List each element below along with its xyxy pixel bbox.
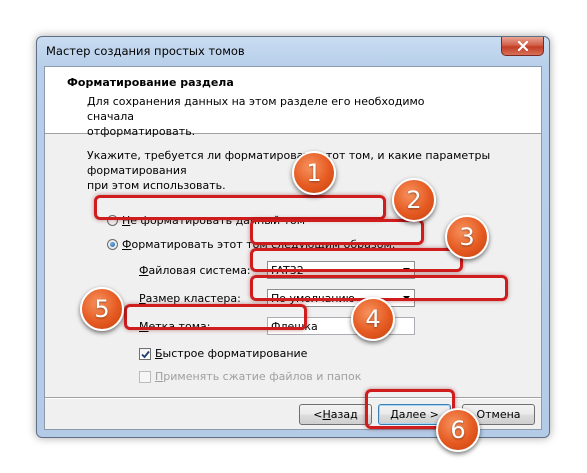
step-badge-4: 4 [351,297,395,341]
quick-format-highlight [124,304,307,330]
compression-checkbox[interactable]: Применять сжатие файлов и папок [139,370,361,383]
button-separator [45,397,541,399]
step-badge-6: 6 [436,408,480,452]
step-badge-1: 1 [292,151,336,195]
quick-format-checkbox[interactable]: Быстрое форматирование [139,347,307,360]
format-option-highlight [94,195,386,220]
title-bar[interactable]: Мастер создания простых томов [37,37,549,65]
quick-format-label: Быстрое форматирование [155,347,308,360]
close-button[interactable] [501,37,544,56]
checkbox-checked-icon [139,347,151,360]
page-title: Форматирование раздела [67,76,234,89]
step-badge-3: 3 [445,215,489,259]
cluster-size-highlight [250,248,463,272]
compression-label: Применять сжатие файлов и папок [155,370,362,383]
window-title: Мастер создания простых томов [46,44,245,58]
radio-selected-icon [107,239,118,250]
step-badge-2: 2 [392,178,436,222]
filesystem-highlight [250,219,424,245]
step-badge-5: 5 [80,287,124,331]
back-button[interactable]: < Назад [299,404,372,425]
filesystem-label: Файловая система: [139,264,251,277]
page-description: Для сохранения данных на этом разделе ег… [87,95,425,138]
checkbox-disabled-icon [139,370,151,383]
close-icon [517,41,528,51]
wizard-header: Форматирование раздела Для сохранения да… [45,67,541,138]
